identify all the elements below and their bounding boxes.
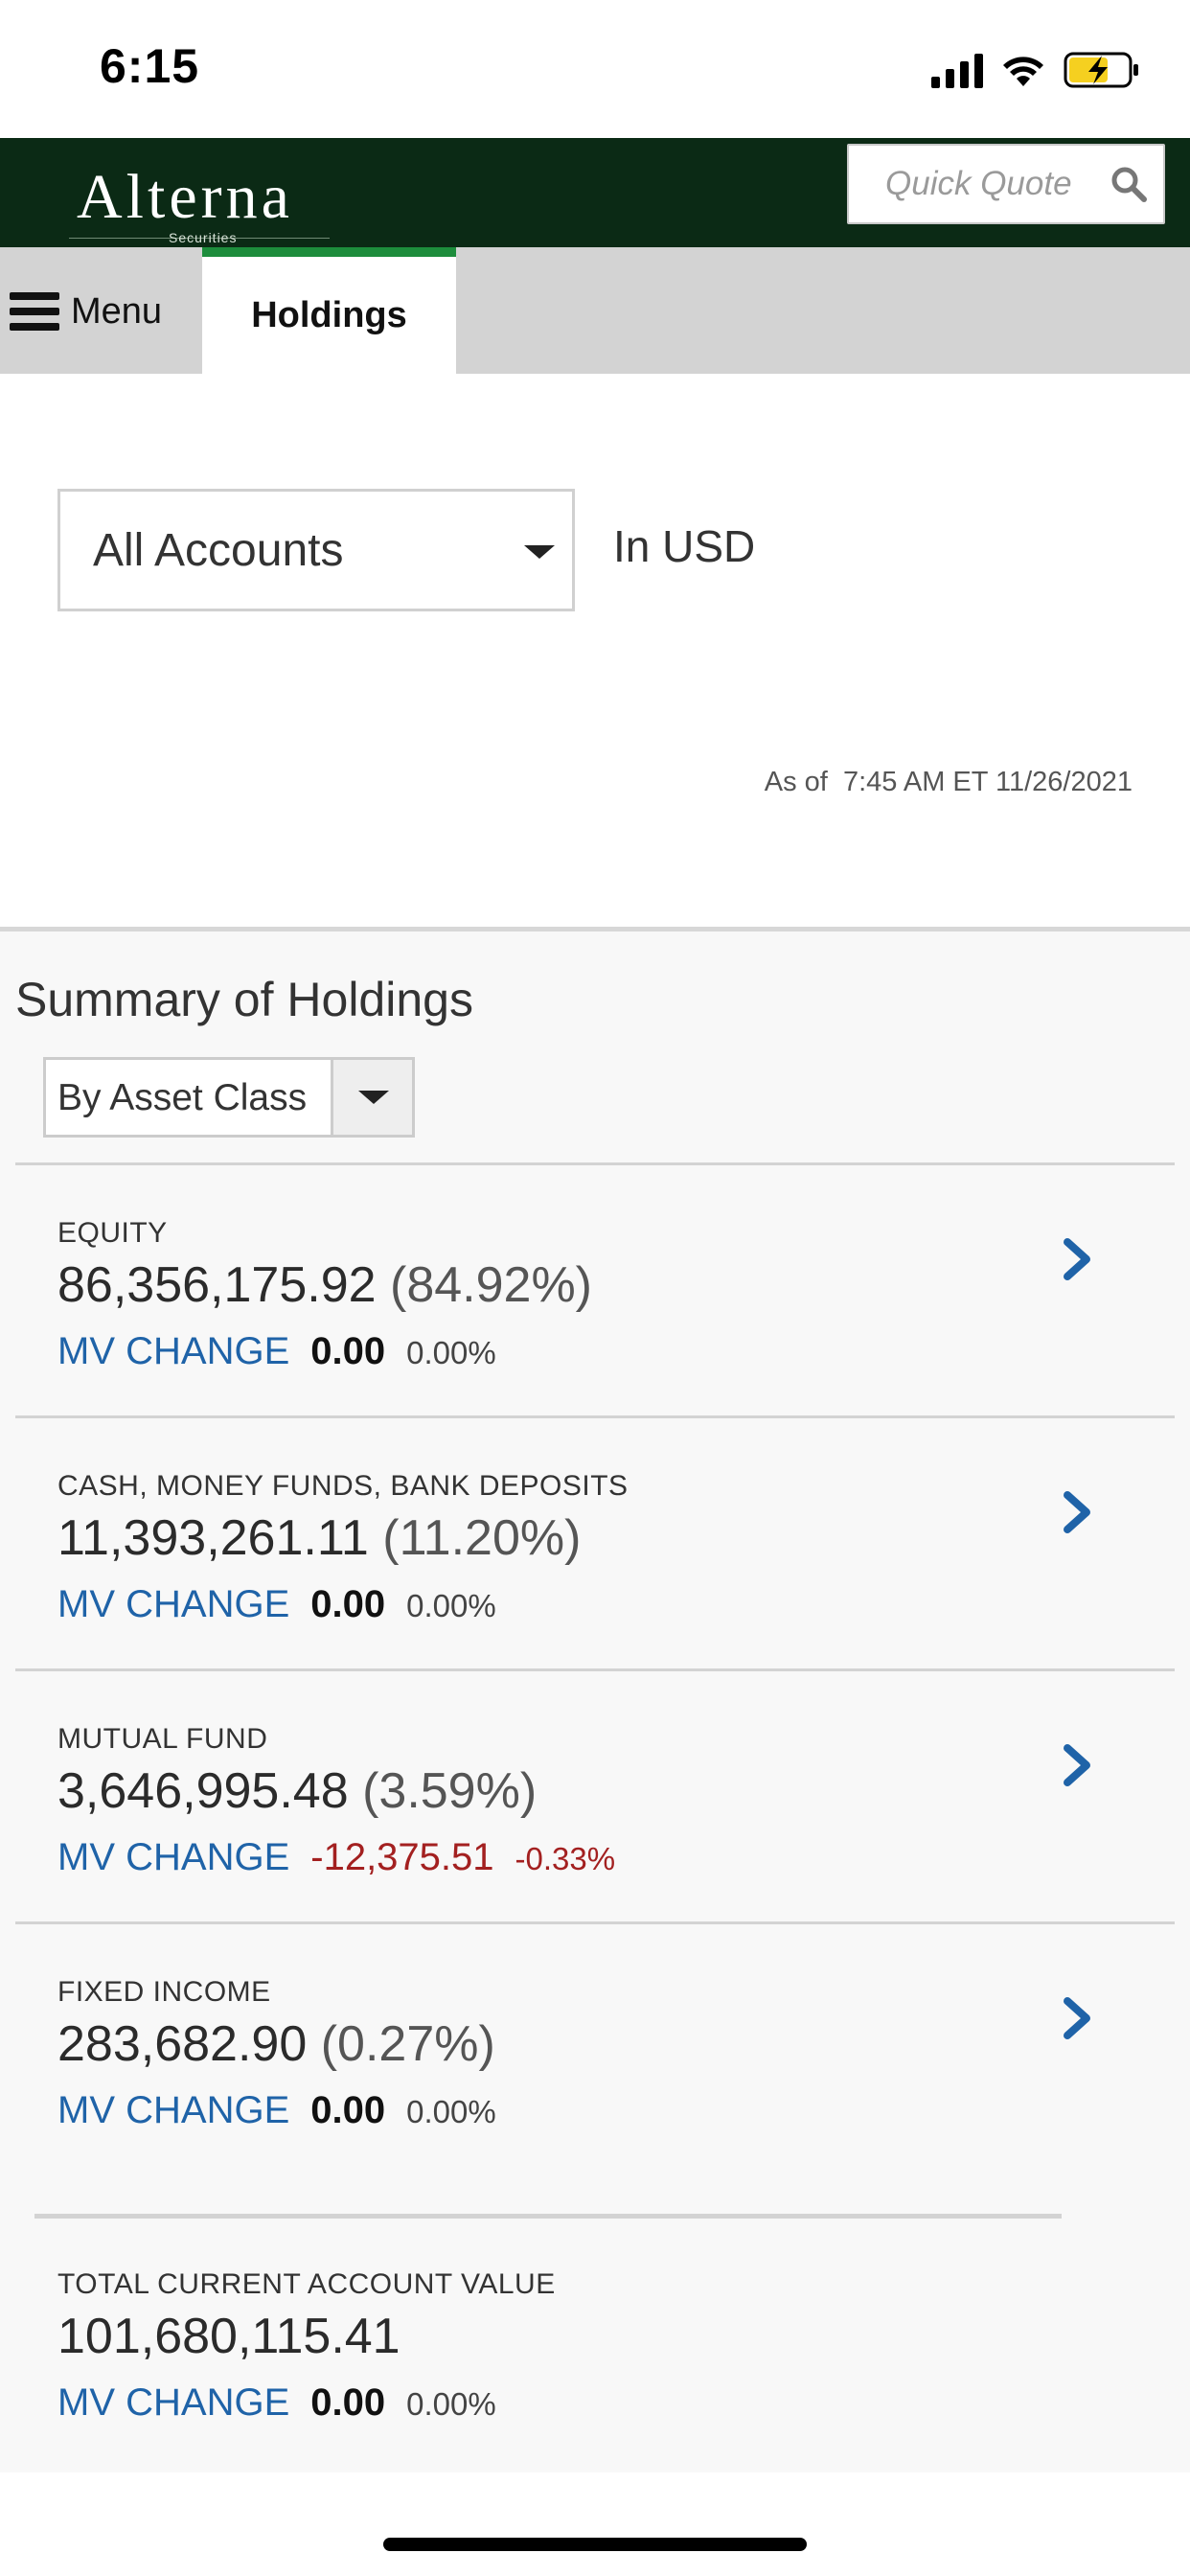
status-bar: 6:15 [0, 0, 1190, 138]
brand-logo[interactable]: Alterna [77, 161, 293, 234]
total-mv-change-line: MV CHANGE 0.00 0.00% [57, 2381, 496, 2425]
status-time: 6:15 [100, 39, 200, 93]
mv-change-line: MV CHANGE 0.00 0.00% [57, 2089, 496, 2132]
nav-bar: Menu Holdings [0, 247, 1190, 374]
holding-value: 3,646,995.48 [57, 1763, 349, 1819]
mv-change-value: 0.00 [310, 1583, 386, 1625]
holding-row-fixed-income[interactable]: FIXED INCOME 283,682.90 (0.27%) MV CHANG… [15, 1921, 1175, 2174]
brand-subtitle: Securities [169, 230, 238, 245]
battery-charging-icon [1064, 52, 1138, 88]
caret-down-icon [358, 1091, 389, 1104]
chevron-right-icon[interactable] [1060, 1995, 1094, 2041]
tab-holdings-label: Holdings [251, 294, 407, 335]
tab-holdings[interactable]: Holdings [202, 247, 456, 374]
quick-quote-box [847, 144, 1165, 224]
holding-row-equity[interactable]: EQUITY 86,356,175.92 (84.92%) MV CHANGE … [15, 1162, 1175, 1415]
holding-value-line: 86,356,175.92 (84.92%) [57, 1256, 592, 1314]
summary-title: Summary of Holdings [15, 973, 473, 1026]
mv-change-line: MV CHANGE 0.00 0.00% [57, 1583, 496, 1626]
mv-change-percent: 0.00% [406, 1588, 496, 1623]
holding-percent: (3.59%) [362, 1763, 538, 1819]
caret-down-icon [524, 545, 555, 559]
chevron-right-icon[interactable] [1060, 1742, 1094, 1788]
mv-change-label: MV CHANGE [57, 2089, 290, 2131]
chevron-right-icon[interactable] [1060, 1489, 1094, 1535]
mv-change-label: MV CHANGE [57, 1330, 290, 1372]
summary-of-holdings: Summary of Holdings By Asset Class EQUIT… [0, 927, 1190, 2472]
mv-change-value: 0.00 [310, 1330, 386, 1372]
mv-change-line: MV CHANGE -12,375.51 -0.33% [57, 1836, 615, 1879]
holding-value-line: 3,646,995.48 (3.59%) [57, 1762, 537, 1820]
holding-value-line: 11,393,261.11 (11.20%) [57, 1509, 581, 1567]
holding-value: 86,356,175.92 [57, 1257, 377, 1313]
mv-change-value: 0.00 [310, 2381, 386, 2424]
category-label: EQUITY [57, 1217, 168, 1249]
mv-change-label: MV CHANGE [57, 2381, 290, 2424]
holding-row-cash[interactable]: CASH, MONEY FUNDS, BANK DEPOSITS 11,393,… [15, 1415, 1175, 1668]
mv-change-value: 0.00 [310, 2089, 386, 2131]
holding-value: 11,393,261.11 [57, 1510, 369, 1566]
account-dropdown[interactable]: All Accounts [57, 489, 575, 611]
mv-change-percent: -0.33% [515, 1841, 616, 1876]
group-by-dropdown-button[interactable] [331, 1060, 412, 1135]
holding-percent: (84.92%) [390, 1257, 592, 1313]
category-label: MUTUAL FUND [57, 1723, 268, 1755]
menu-button[interactable]: Menu [10, 286, 162, 337]
account-dropdown-value: All Accounts [93, 525, 344, 576]
chevron-right-icon[interactable] [1060, 1236, 1094, 1282]
total-divider [34, 2214, 1062, 2219]
mv-change-percent: 0.00% [406, 1335, 496, 1370]
holding-row-mutual-fund[interactable]: MUTUAL FUND 3,646,995.48 (3.59%) MV CHAN… [15, 1668, 1175, 1921]
hamburger-icon [10, 292, 59, 331]
mv-change-value: -12,375.51 [310, 1836, 494, 1878]
mv-change-line: MV CHANGE 0.00 0.00% [57, 1330, 496, 1373]
total-value: 101,680,115.41 [57, 2309, 400, 2364]
home-indicator[interactable] [383, 2538, 807, 2551]
wifi-icon [1003, 57, 1043, 86]
mv-change-percent: 0.00% [406, 2386, 496, 2422]
menu-label: Menu [71, 290, 163, 332]
mv-change-label: MV CHANGE [57, 1583, 290, 1625]
total-label: TOTAL CURRENT ACCOUNT VALUE [57, 2268, 556, 2300]
holding-value: 283,682.90 [57, 2016, 308, 2072]
holding-percent: (0.27%) [320, 2016, 495, 2072]
mv-change-label: MV CHANGE [57, 1836, 290, 1878]
search-icon[interactable] [1110, 165, 1148, 203]
holding-value-line: 283,682.90 (0.27%) [57, 2015, 495, 2073]
cellular-signal-icon [931, 52, 983, 88]
group-by-dropdown[interactable]: By Asset Class [43, 1057, 415, 1138]
currency-label: In USD [613, 521, 756, 571]
as-of-timestamp: As of 7:45 AM ET 11/26/2021 [764, 767, 1133, 797]
group-by-value: By Asset Class [57, 1077, 308, 1118]
mv-change-percent: 0.00% [406, 2094, 496, 2129]
status-icons [931, 46, 1142, 94]
holding-percent: (11.20%) [382, 1510, 582, 1566]
category-label: FIXED INCOME [57, 1976, 271, 2008]
category-label: CASH, MONEY FUNDS, BANK DEPOSITS [57, 1470, 629, 1502]
quick-quote-input[interactable] [849, 146, 1108, 222]
